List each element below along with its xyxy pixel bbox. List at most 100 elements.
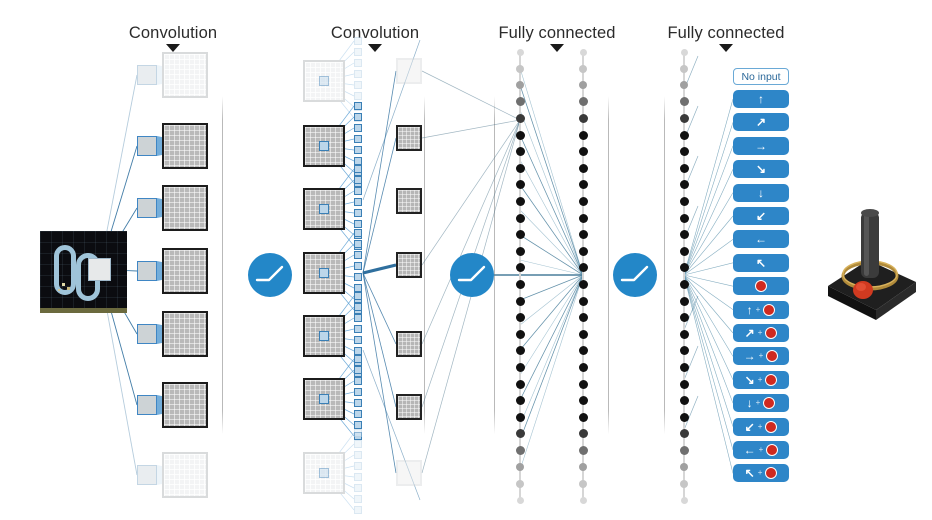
conv2-output-unit-3-1 (354, 240, 362, 248)
action-button-up-right[interactable]: ↗ (733, 113, 789, 132)
conv2-output-unit-1-1 (354, 113, 362, 121)
fc-col-1-node-15 (515, 296, 525, 306)
action-button-down-right-fire[interactable]: ↘ + (733, 370, 789, 389)
fc-col-3-node-19 (679, 362, 689, 372)
action-button-up-left[interactable]: ↖ (733, 253, 789, 272)
plus-icon-left-fire: + (758, 445, 764, 454)
arrow-icon-left: ← (755, 232, 767, 247)
fc-col-1-node-12 (515, 246, 525, 256)
fc-col-3-node-13 (679, 263, 689, 273)
fc-col-1-node-6 (515, 147, 525, 157)
conv2-output-unit-1-4 (354, 146, 362, 154)
fc-col-1-node-23 (515, 429, 525, 439)
game-sprite-b (67, 287, 70, 290)
conv2-receptive-patch-2 (319, 204, 329, 214)
conv2-output-unit-1-5 (354, 157, 362, 165)
arrow-icon-down-left-fire: ↙ (744, 419, 755, 434)
conv1-patch-1 (137, 136, 157, 156)
joystick-graphic (828, 209, 916, 320)
fc-col-3-node-20 (679, 379, 689, 389)
conv2-output-unit-6-0 (354, 429, 362, 437)
conv2-output-unit-1-0 (354, 102, 362, 110)
conv1-feature-map-1 (162, 123, 208, 169)
conv2-out-square-2 (396, 252, 422, 278)
conv2-out-square-top-faint (396, 58, 422, 84)
conv1-patch-0 (137, 65, 157, 85)
fc-col-2-node-10 (578, 213, 588, 223)
plus-icon-up-right-fire: + (757, 328, 763, 337)
fc-col-3-node-23 (679, 429, 689, 439)
conv2-output-unit-5-5 (354, 410, 362, 418)
conv2-output-unit-2-2 (354, 187, 362, 195)
fc-col-2-node-8 (578, 180, 588, 190)
conv2-out-square-0 (396, 125, 422, 151)
action-button-left[interactable]: ← (733, 230, 789, 249)
no-input-badge[interactable]: No input (733, 68, 789, 85)
conv2-output-unit-5-1 (354, 366, 362, 374)
fire-button-icon-left-fire (766, 444, 779, 456)
fc-col-2-node-5 (578, 130, 588, 140)
fc-col-2-node-15 (578, 296, 588, 306)
conv2-output-unit-1-2 (354, 124, 362, 132)
action-button-up-right-fire[interactable]: ↗ + (733, 324, 789, 342)
fire-button-icon-fire-only (755, 280, 767, 293)
action-button-down-right[interactable]: ↘ (733, 160, 789, 179)
fc-col-2-node-21 (578, 396, 588, 406)
conv2-output-unit-0-4 (354, 81, 362, 89)
arrow-icon-up-right-fire: ↗ (744, 326, 755, 340)
conv2-out-square-3 (396, 331, 422, 357)
conv2-output-unit-0-2 (354, 59, 362, 67)
fc-col-2-node-4 (578, 113, 588, 123)
action-button-right-fire[interactable]: → + (733, 347, 789, 366)
conv2-output-unit-5-0 (354, 355, 362, 363)
conv2-out-square-1 (396, 188, 422, 214)
game-sprite-a (62, 283, 65, 286)
fc-col-3-node-4 (679, 113, 689, 123)
conv2-output-unit-4-3 (354, 325, 362, 333)
arrow-icon-up-left: ↖ (755, 255, 767, 270)
fc-col-1-node-26 (516, 479, 524, 488)
fc-col-1-node-8 (515, 180, 525, 190)
action-button-down-left-fire[interactable]: ↙ + (733, 417, 789, 436)
fc-col-3-node-7 (679, 163, 689, 173)
fc-col-2-node-18 (578, 346, 588, 356)
action-button-down[interactable]: ↓ (733, 183, 789, 202)
conv1-patch-4 (137, 324, 157, 344)
action-button-right[interactable]: → (733, 136, 789, 155)
arrow-icon-up-right: ↗ (755, 115, 767, 130)
conv2-output-unit-5-3 (354, 388, 362, 396)
conv2-output-unit-5-6 (354, 421, 362, 429)
fc-col-3-node-12 (679, 246, 689, 256)
action-button-down-left[interactable]: ↙ (733, 207, 789, 225)
conv2-receptive-patch-3 (319, 268, 329, 278)
fc-col-3-node-3 (679, 97, 689, 107)
conv2-receptive-patch-6 (319, 468, 329, 478)
plus-icon-down-right-fire: + (757, 374, 763, 384)
conv1-feature-map-3 (162, 248, 208, 294)
fc-col-1-node-22 (515, 412, 525, 422)
action-button-left-fire[interactable]: ← + (733, 441, 789, 459)
fc-col-2-node-9 (578, 196, 588, 206)
conv2-output-unit-6-2 (354, 451, 362, 459)
fc-col-3-node-26 (680, 479, 688, 488)
arrow-icon-up: ↑ (758, 92, 764, 106)
action-button-down-fire[interactable]: ↓ + (733, 394, 789, 413)
fc-col-2-node-6 (578, 147, 588, 157)
fc-col-3-node-16 (679, 313, 689, 323)
conv2-output-unit-3-2 (354, 251, 362, 259)
action-button-up[interactable]: ↑ (733, 90, 789, 108)
arrow-icon-up-fire: ↑ (746, 302, 753, 317)
fc-col-3-node-15 (679, 296, 689, 306)
action-button-up-fire[interactable]: ↑ + (733, 300, 789, 319)
game-sprite-c (58, 289, 60, 291)
conv2-output-unit-4-4 (354, 336, 362, 344)
conv2-output-unit-4-0 (354, 292, 362, 300)
fc-col-2-node-24 (578, 445, 588, 455)
conv2-output-unit-2-4 (354, 209, 362, 217)
fc-col-2-node-13 (578, 263, 588, 273)
action-button-up-left-fire[interactable]: ↖ + (733, 464, 789, 483)
conv2-output-unit-2-3 (354, 198, 362, 206)
action-button-fire-only[interactable] (733, 277, 789, 296)
conv2-output-unit-6-5 (354, 484, 362, 492)
fc-col-1-node-5 (515, 130, 525, 140)
